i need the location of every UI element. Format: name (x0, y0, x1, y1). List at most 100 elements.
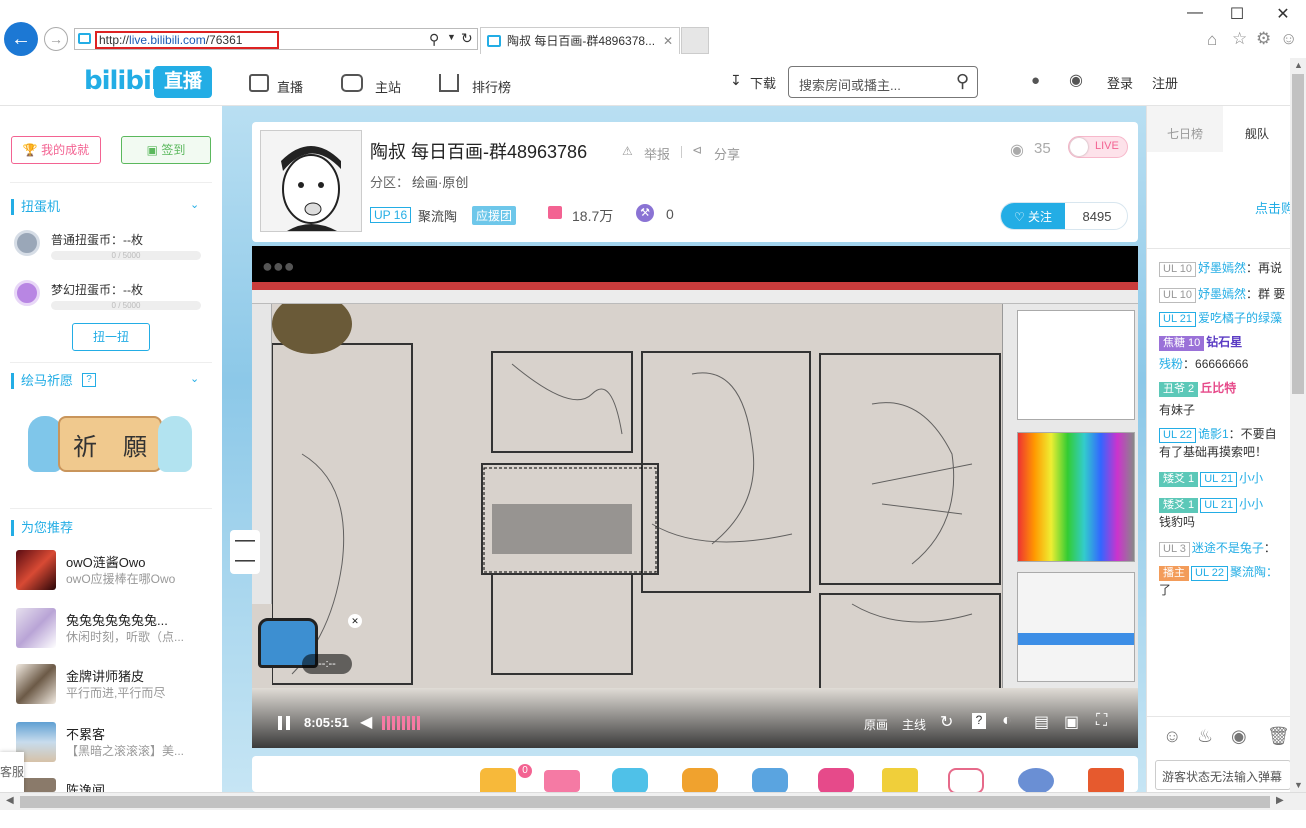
danmaku-icon[interactable]: ▤ (1034, 712, 1049, 732)
share-link[interactable]: 分享 (714, 144, 740, 163)
tab-fleet[interactable]: 舰队 (1223, 106, 1291, 152)
new-tab-button[interactable] (681, 27, 709, 54)
chat-username[interactable]: 小小 (1239, 497, 1263, 511)
buy-hint-link[interactable]: 点击购 (1255, 198, 1294, 217)
streamer-avatar[interactable] (260, 130, 362, 232)
volume-slider[interactable] (382, 716, 422, 730)
chat-username[interactable]: 爱吃橘子的绿藻 (1198, 311, 1282, 325)
gift-item-icon[interactable] (544, 770, 580, 792)
chat-username[interactable]: 残粉 (1159, 357, 1183, 371)
address-bar[interactable]: http://live.bilibili.com/76361 ⚲ ▼ ↻ (74, 28, 478, 50)
back-button[interactable]: ← (4, 22, 38, 56)
fullscreen-icon[interactable]: ⛶ (1096, 712, 1107, 730)
list-item[interactable]: owO涟酱Owo owO应援棒在哪Owo (14, 550, 214, 600)
scroll-up-arrow[interactable]: ▲ (1294, 60, 1303, 70)
minimize-button[interactable]: — (1180, 4, 1210, 26)
twist-button[interactable]: 扭一扭 (72, 323, 150, 351)
nav-main-site[interactable]: 主站 (375, 77, 401, 96)
live-logo-badge[interactable]: 直播 (154, 66, 212, 98)
chat-username[interactable]: 妤墨嫣然 (1198, 261, 1246, 275)
refresh-icon[interactable]: ↻ (461, 30, 473, 47)
palette-icon[interactable]: ◉ (1231, 726, 1247, 747)
video-player[interactable]: ●●● — — --:-- ✕ 8:05:51 ◀ 原画 主线 ↻ ? ◐ ▤ … (230, 246, 1138, 748)
gift-item-icon[interactable] (818, 768, 854, 794)
volume-icon[interactable]: ◀ (360, 712, 372, 732)
achievements-button[interactable]: 🏆 我的成就 (11, 136, 101, 164)
favorites-star-icon[interactable]: ☆ (1232, 29, 1247, 49)
search-input[interactable]: 搜索房间或播主... ⚲ (788, 66, 978, 98)
follow-button[interactable]: ♡ 关注 8495 (1000, 202, 1128, 230)
help-icon[interactable]: ? (972, 713, 986, 729)
fire-icon[interactable]: ♨ (1197, 726, 1213, 747)
close-chest-icon[interactable]: ✕ (348, 614, 362, 628)
divider (1147, 716, 1291, 717)
help-icon[interactable]: ? (82, 373, 96, 387)
gift-item-icon[interactable] (882, 768, 918, 794)
nav-live[interactable]: 直播 (277, 77, 303, 96)
home-icon[interactable]: ⌂ (1207, 30, 1217, 50)
feedback-smiley-icon[interactable]: ☺ (1280, 29, 1297, 49)
gift-item-icon[interactable] (1018, 768, 1054, 794)
up-name[interactable]: 聚流陶 (418, 206, 457, 225)
gift-item-icon[interactable] (948, 768, 984, 794)
scroll-right-arrow[interactable]: ▶ (1276, 795, 1284, 806)
notification-bell-icon[interactable]: ● (1031, 72, 1040, 89)
chat-username[interactable]: 小小 (1239, 471, 1263, 485)
search-icon[interactable]: ⚲ (956, 71, 969, 92)
quality-original-button[interactable]: 原画 (864, 716, 888, 733)
chat-username[interactable]: 诡影1 (1198, 427, 1229, 441)
horizontal-scrollbar[interactable]: ◀ ▶ (0, 792, 1306, 810)
forward-button[interactable]: → (44, 27, 68, 51)
pause-icon[interactable] (278, 716, 290, 730)
danmaku-input[interactable]: 游客状态无法输入弹幕 (1155, 760, 1291, 790)
gift-item-icon[interactable] (752, 768, 788, 794)
emoji-icon[interactable]: ☺ (1163, 726, 1181, 747)
quality-main-button[interactable]: 主线 (902, 716, 926, 733)
weibo-icon[interactable]: ◉ (1069, 70, 1083, 90)
block-icon[interactable]: ◐ (1002, 712, 1012, 730)
close-window-button[interactable]: ✕ (1268, 4, 1298, 26)
refresh-icon[interactable]: ↻ (940, 712, 953, 732)
register-link[interactable]: 注册 (1152, 73, 1178, 92)
checkin-button[interactable]: ▣ 签到 (121, 136, 211, 164)
wish-plaque-illustration[interactable]: 祈願 (28, 406, 194, 478)
list-item[interactable]: 兔兔兔兔兔兔兔... 休闲时刻，听歌（点... (14, 608, 214, 658)
tab-seven-day-rank[interactable]: 七日榜 (1147, 106, 1223, 152)
settings-gear-icon[interactable]: ⚙ (1256, 29, 1271, 49)
browser-tab[interactable]: 陶叔 每日百画-群4896378... ✕ (480, 27, 680, 54)
dropdown-icon[interactable]: ▼ (447, 32, 456, 42)
category-link[interactable]: 绘画·原创 (412, 172, 468, 191)
scroll-thumb[interactable] (20, 796, 1270, 808)
report-link[interactable]: 举报 (644, 144, 670, 163)
download-link[interactable]: 下载 (750, 73, 776, 92)
list-item[interactable]: 金牌讲师猪皮 平行而进,平行而尽 (14, 664, 214, 714)
chevron-down-icon[interactable]: ⌄ (190, 198, 199, 211)
nav-ranking[interactable]: 排行榜 (472, 77, 511, 96)
follow-label-area[interactable]: ♡ 关注 (1001, 203, 1065, 229)
customer-service-tab[interactable]: 客服 (0, 752, 24, 792)
url-text[interactable]: http://live.bilibili.com/76361 (95, 31, 279, 49)
scroll-down-arrow[interactable]: ▼ (1294, 780, 1303, 790)
maximize-button[interactable]: ☐ (1222, 4, 1252, 26)
search-icon[interactable]: ⚲ (429, 31, 439, 48)
tv-mode-icon[interactable]: ▣ (1064, 712, 1079, 732)
chat-username[interactable]: 迷途不是兔子 (1192, 541, 1264, 555)
scroll-thumb[interactable] (1292, 74, 1304, 394)
login-link[interactable]: 登录 (1107, 73, 1133, 92)
guard-tag[interactable]: 应援团 (472, 206, 517, 225)
player-side-toggle[interactable]: — — (230, 530, 260, 574)
vertical-scrollbar[interactable]: ▲ ▼ (1290, 58, 1306, 792)
gift-item-icon[interactable] (1088, 768, 1124, 794)
chevron-down-icon[interactable]: ⌄ (190, 372, 199, 385)
list-item[interactable]: 不累客 【黑暗之滚滚滚】美... (14, 722, 214, 772)
gift-item-icon[interactable] (612, 768, 648, 794)
close-tab-icon[interactable]: ✕ (663, 28, 673, 54)
gift-item-icon[interactable] (682, 768, 718, 794)
ps-optionsbar (252, 290, 1138, 304)
chat-username[interactable]: 聚流陶： (1230, 565, 1278, 579)
chat-username[interactable]: 妤墨嫣然 (1198, 287, 1246, 301)
scroll-left-arrow[interactable]: ◀ (6, 795, 14, 806)
trash-icon[interactable]: 🗑 (1267, 726, 1290, 747)
user-level-badge: UL 3 (1159, 542, 1190, 557)
stream-frame[interactable] (252, 282, 1138, 688)
